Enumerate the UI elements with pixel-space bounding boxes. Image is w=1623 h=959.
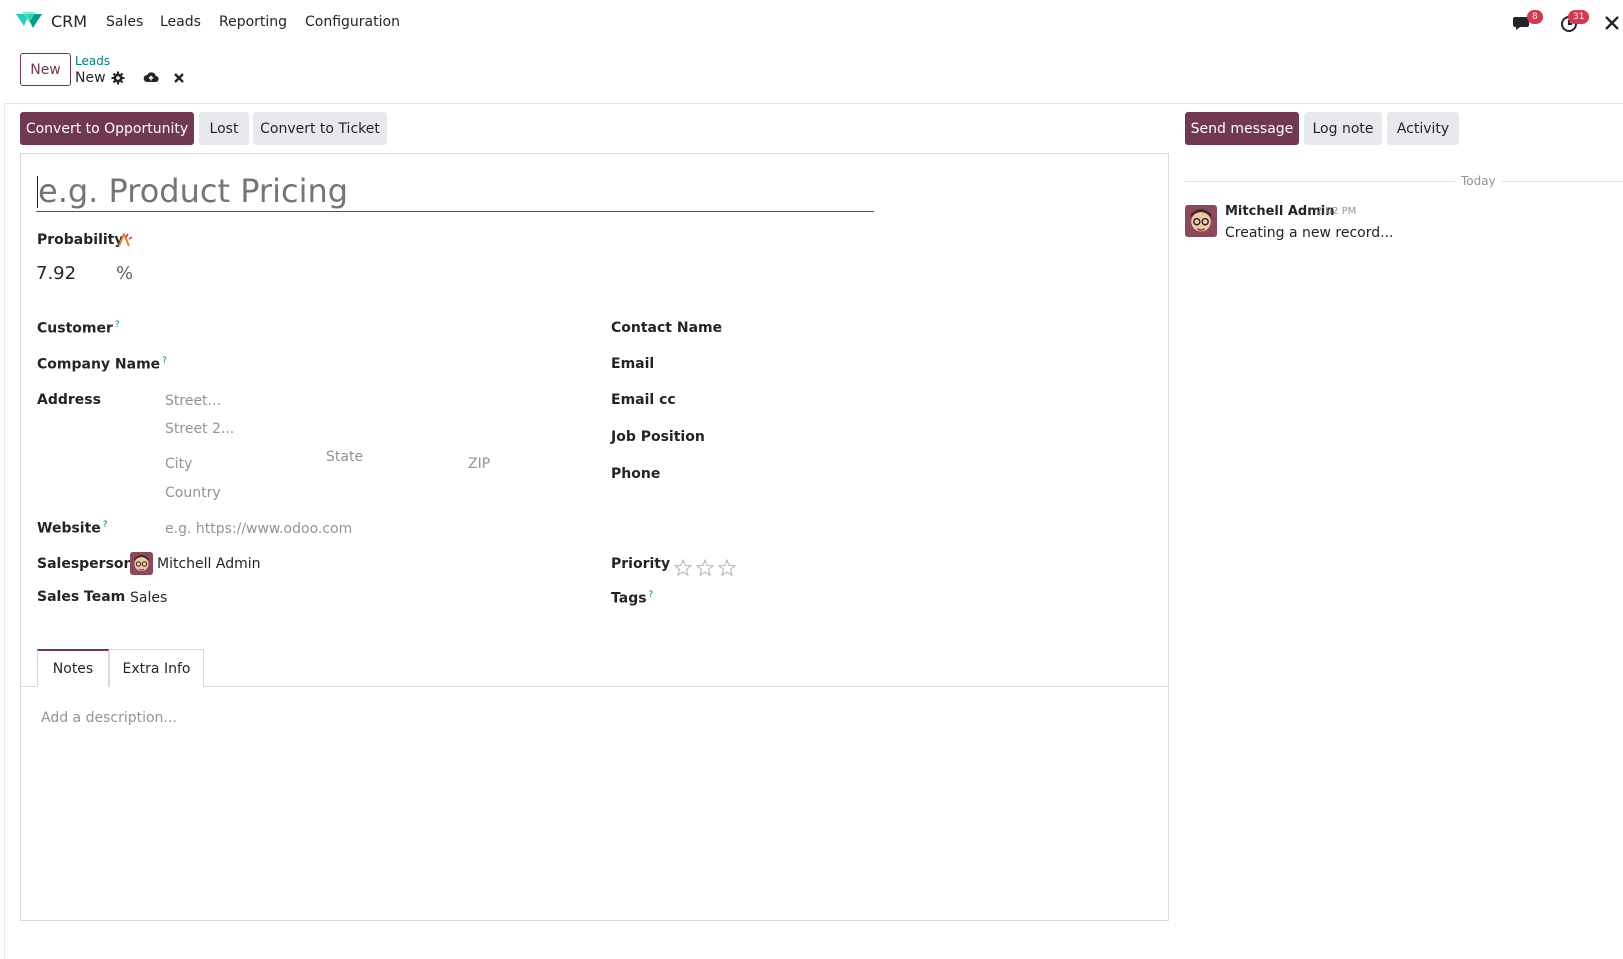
country-select[interactable]: Country bbox=[165, 485, 221, 501]
form-sheet bbox=[20, 153, 1169, 921]
star-icon[interactable] bbox=[674, 559, 693, 577]
save-cloud-icon[interactable] bbox=[143, 71, 159, 85]
city-input[interactable]: City bbox=[165, 456, 192, 472]
probability-value[interactable]: 7.92 bbox=[36, 263, 76, 284]
date-separator-line bbox=[1502, 181, 1623, 182]
message-body: Creating a new record... bbox=[1225, 225, 1394, 241]
message-time: 2:02 PM bbox=[1316, 206, 1357, 217]
customer-label: Customer? bbox=[37, 320, 120, 337]
avatar-face-icon bbox=[130, 552, 153, 575]
date-separator-line bbox=[1185, 181, 1455, 182]
sales-team-value[interactable]: Sales bbox=[130, 590, 167, 606]
salesperson-avatar bbox=[130, 552, 153, 575]
tags-label-text: Tags bbox=[611, 590, 647, 607]
tab-extra-info[interactable]: Extra Info bbox=[109, 649, 204, 687]
text-cursor bbox=[37, 176, 38, 208]
menu-leads[interactable]: Leads bbox=[160, 14, 201, 30]
lead-title-input[interactable] bbox=[36, 170, 874, 212]
activities-badge: 31 bbox=[1568, 10, 1590, 24]
convert-to-opportunity-button[interactable]: Convert to Opportunity bbox=[20, 112, 194, 145]
email-cc-label: Email cc bbox=[611, 392, 676, 408]
log-note-button[interactable]: Log note bbox=[1304, 112, 1382, 145]
help-icon[interactable]: ? bbox=[162, 356, 167, 366]
tags-label: Tags? bbox=[611, 590, 653, 607]
website-label: Website? bbox=[37, 520, 108, 537]
debug-tools-icon[interactable] bbox=[1603, 13, 1621, 33]
app-name[interactable]: CRM bbox=[51, 12, 87, 31]
tab-notes[interactable]: Notes bbox=[37, 649, 109, 687]
left-border bbox=[4, 103, 5, 959]
description-editor[interactable]: Add a description... bbox=[41, 710, 177, 726]
message-author-avatar[interactable] bbox=[1185, 205, 1217, 237]
top-navbar: CRM Sales Leads Reporting Configuration … bbox=[0, 0, 1623, 44]
menu-reporting[interactable]: Reporting bbox=[219, 14, 287, 30]
star-icon[interactable] bbox=[695, 559, 715, 577]
address-label: Address bbox=[37, 392, 101, 408]
menu-configuration[interactable]: Configuration bbox=[305, 14, 400, 30]
ai-probability-icon[interactable] bbox=[117, 233, 133, 247]
probability-label: Probability bbox=[37, 232, 124, 248]
job-position-label: Job Position bbox=[611, 429, 705, 445]
gear-icon[interactable] bbox=[111, 71, 125, 85]
phone-label: Phone bbox=[611, 466, 661, 482]
menu-sales[interactable]: Sales bbox=[106, 14, 143, 30]
avatar-face-icon bbox=[1185, 205, 1217, 237]
help-icon[interactable]: ? bbox=[103, 520, 108, 530]
website-label-text: Website bbox=[37, 520, 101, 537]
salesperson-value[interactable]: Mitchell Admin bbox=[157, 556, 261, 572]
street2-input[interactable]: Street 2... bbox=[165, 421, 234, 437]
priority-label: Priority bbox=[611, 556, 671, 572]
street-input[interactable]: Street... bbox=[165, 393, 221, 409]
star-icon[interactable] bbox=[717, 559, 737, 577]
company-name-label: Company Name? bbox=[37, 356, 167, 373]
website-input[interactable]: e.g. https://www.odoo.com bbox=[165, 521, 352, 537]
breadcrumb-current: New bbox=[75, 70, 106, 86]
crm-logo-icon[interactable] bbox=[16, 12, 42, 30]
send-message-button[interactable]: Send message bbox=[1185, 112, 1299, 145]
email-label: Email bbox=[611, 356, 655, 372]
company-name-label-text: Company Name bbox=[37, 356, 161, 373]
new-record-button[interactable]: New bbox=[20, 53, 71, 86]
zip-input[interactable]: ZIP bbox=[468, 456, 490, 472]
state-select[interactable]: State bbox=[326, 449, 363, 465]
customer-label-text: Customer bbox=[37, 320, 113, 337]
priority-stars bbox=[674, 559, 737, 577]
sales-team-label: Sales Team bbox=[37, 589, 126, 605]
convert-to-ticket-button[interactable]: Convert to Ticket bbox=[253, 112, 387, 145]
messages-badge: 8 bbox=[1527, 10, 1543, 24]
discard-close-icon[interactable] bbox=[172, 71, 186, 85]
help-icon[interactable]: ? bbox=[649, 590, 654, 600]
lost-button[interactable]: Lost bbox=[199, 112, 249, 145]
breadcrumb-leads[interactable]: Leads bbox=[75, 54, 110, 68]
control-panel-divider bbox=[4, 103, 1623, 104]
contact-name-label: Contact Name bbox=[611, 320, 723, 336]
salesperson-label: Salesperson bbox=[37, 556, 134, 572]
activity-button[interactable]: Activity bbox=[1387, 112, 1459, 145]
date-separator-label: Today bbox=[1461, 174, 1496, 188]
probability-percent: % bbox=[116, 263, 134, 284]
help-icon[interactable]: ? bbox=[115, 320, 120, 330]
